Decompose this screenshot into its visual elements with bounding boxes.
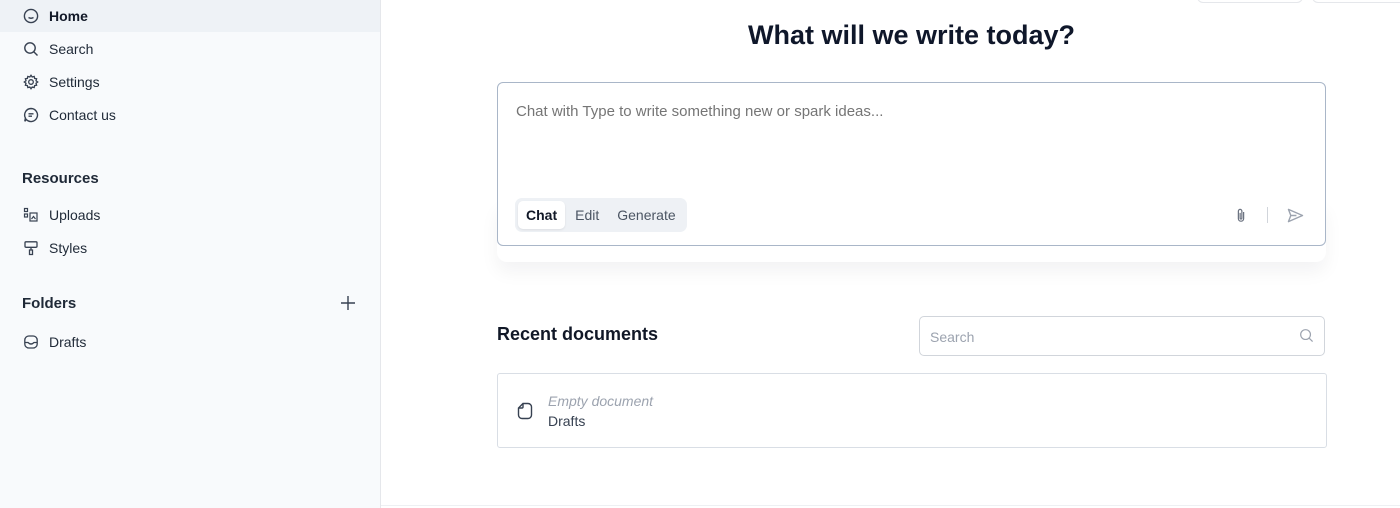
paperclip-icon xyxy=(1237,208,1245,222)
search-icon xyxy=(22,40,40,58)
add-folder-button[interactable] xyxy=(337,292,359,314)
send-icon xyxy=(1287,208,1303,222)
document-title: Empty document xyxy=(548,393,654,409)
document-search-input[interactable] xyxy=(930,327,1290,347)
nav-label: Settings xyxy=(49,74,100,90)
document-folder: Drafts xyxy=(548,413,586,429)
folders-heading: Folders xyxy=(22,295,77,312)
mode-chat-button[interactable]: Chat xyxy=(518,201,566,229)
page-title: What will we write today? xyxy=(747,20,1076,50)
nav-item-settings[interactable]: Settings xyxy=(0,66,380,98)
send-button[interactable] xyxy=(1284,204,1306,226)
mode-edit-button[interactable]: Edit xyxy=(567,201,607,229)
nav-label: Search xyxy=(49,41,94,57)
nav-label: Contact us xyxy=(49,107,116,123)
uploads-icon xyxy=(22,206,40,224)
top-action-button[interactable] xyxy=(1312,0,1400,3)
app-window: Home Search Settings Contact us Resource… xyxy=(0,0,1400,508)
nav-item-contact-us[interactable]: Contact us xyxy=(0,99,380,131)
search-icon xyxy=(1299,328,1315,344)
resources-heading: Resources xyxy=(22,170,99,187)
document-icon xyxy=(517,402,533,420)
nav-item-home[interactable]: Home xyxy=(0,0,380,32)
mode-toggle: Chat Edit Generate xyxy=(515,198,687,232)
nav-label: Styles xyxy=(49,240,88,256)
plus-icon xyxy=(341,296,355,310)
nav-item-styles[interactable]: Styles xyxy=(0,232,380,264)
home-icon xyxy=(22,7,40,25)
document-card[interactable]: Empty document Drafts xyxy=(497,373,1327,448)
nav-label: Home xyxy=(49,8,88,24)
top-action-button[interactable] xyxy=(1197,0,1303,3)
attach-button[interactable] xyxy=(1231,204,1251,226)
composer-input[interactable] xyxy=(516,103,1306,120)
chat-bubble-icon xyxy=(22,106,40,124)
recent-documents-heading: Recent documents xyxy=(497,324,659,344)
nav-item-uploads[interactable]: Uploads xyxy=(0,199,380,231)
nav-label: Uploads xyxy=(49,207,101,223)
gear-icon xyxy=(22,73,40,91)
folder-item-drafts[interactable]: Drafts xyxy=(0,326,380,358)
mode-generate-button[interactable]: Generate xyxy=(609,201,683,229)
document-search xyxy=(919,316,1325,356)
chat-composer: Chat Edit Generate xyxy=(497,82,1326,246)
folder-label: Drafts xyxy=(49,334,87,350)
divider xyxy=(381,505,1400,506)
folder-inbox-icon xyxy=(22,333,40,351)
paint-roller-icon xyxy=(22,239,40,257)
divider xyxy=(1267,207,1268,223)
nav-item-search[interactable]: Search xyxy=(0,33,380,65)
sidebar: Home Search Settings Contact us Resource… xyxy=(0,0,381,508)
